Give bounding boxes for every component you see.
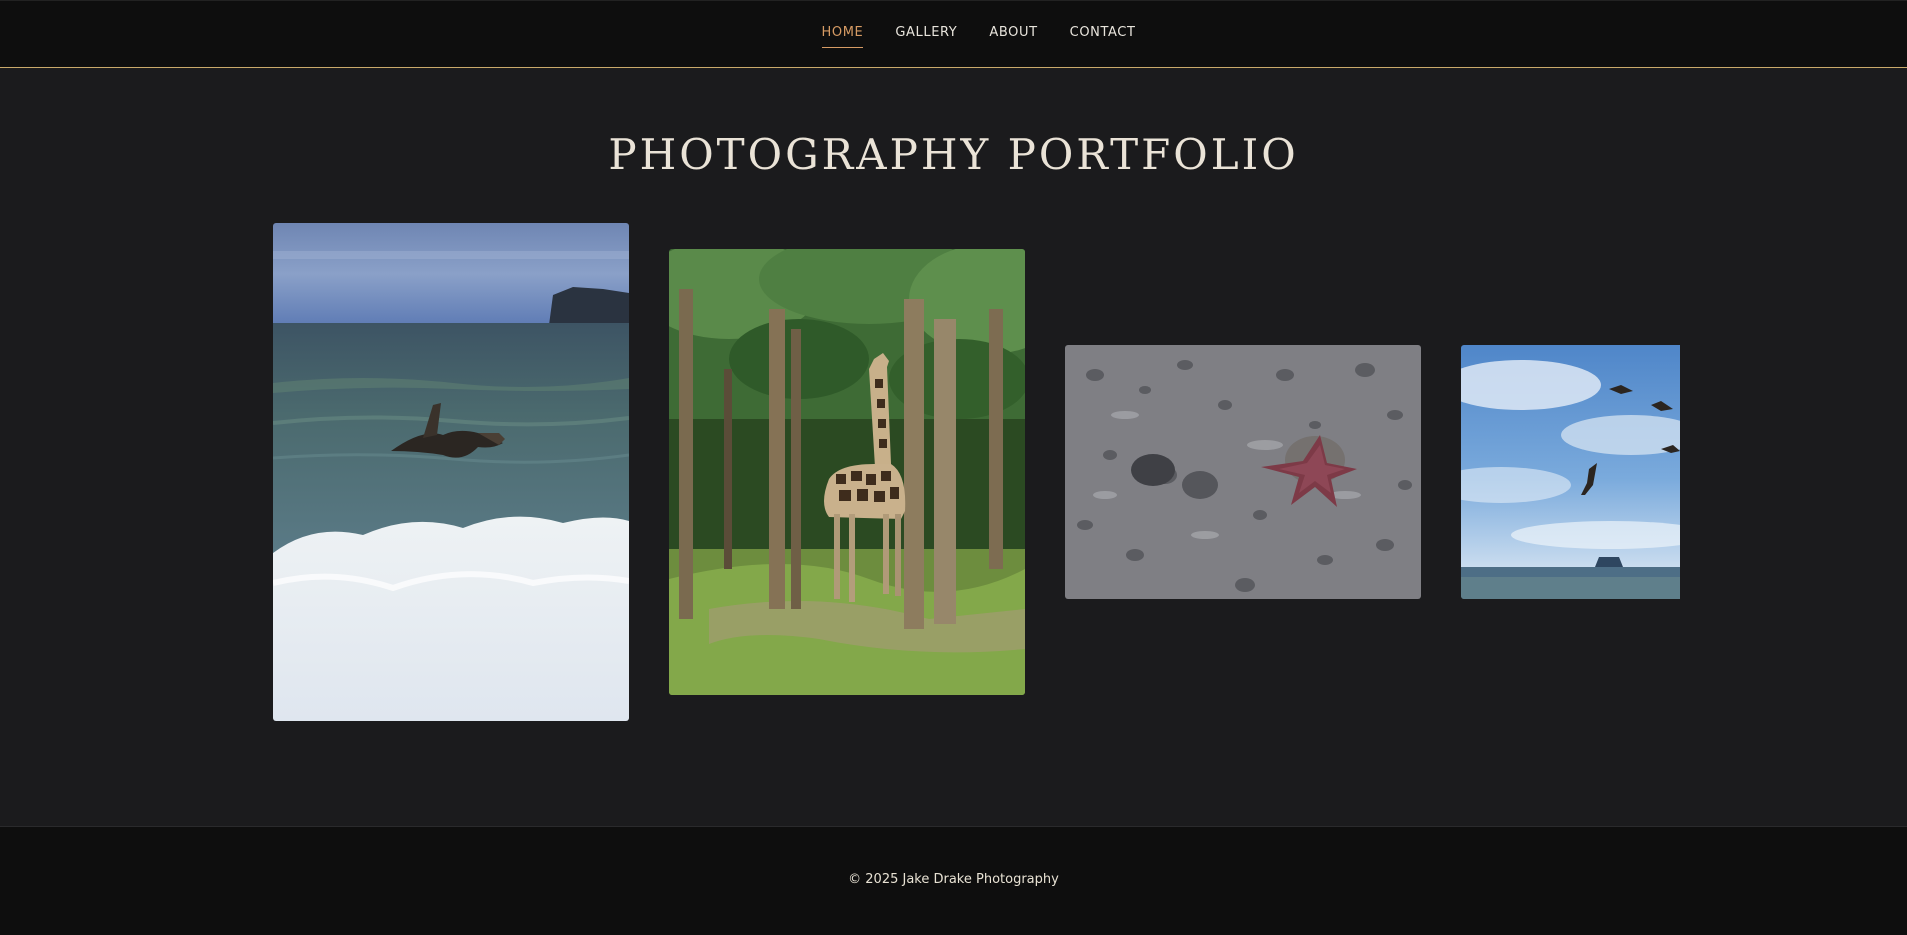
pelican-waves-image bbox=[273, 223, 629, 721]
photo-giraffe-palms[interactable] bbox=[669, 249, 1025, 695]
page-footer: © 2025 Jake Drake Photography bbox=[0, 826, 1907, 935]
starfish-beach-image bbox=[1065, 345, 1421, 599]
photo-pelicans-sky[interactable] bbox=[1461, 345, 1680, 599]
top-navigation: HOME GALLERY ABOUT CONTACT bbox=[0, 0, 1907, 68]
nav-about-link[interactable]: ABOUT bbox=[989, 21, 1037, 48]
copyright-text: © 2025 Jake Drake Photography bbox=[848, 872, 1059, 887]
page-title: PHOTOGRAPHY PORTFOLIO bbox=[608, 130, 1299, 179]
nav-gallery-link[interactable]: GALLERY bbox=[895, 21, 957, 48]
nav-links: HOME GALLERY ABOUT CONTACT bbox=[0, 1, 1907, 68]
giraffe-palms-image bbox=[669, 249, 1025, 695]
nav-contact-link[interactable]: CONTACT bbox=[1070, 21, 1136, 48]
nav-home-link[interactable]: HOME bbox=[821, 21, 864, 48]
photo-gallery bbox=[273, 223, 1680, 723]
pelicans-sky-image bbox=[1461, 345, 1680, 599]
photo-starfish-beach[interactable] bbox=[1065, 345, 1421, 599]
photo-pelican-waves[interactable] bbox=[273, 223, 629, 721]
